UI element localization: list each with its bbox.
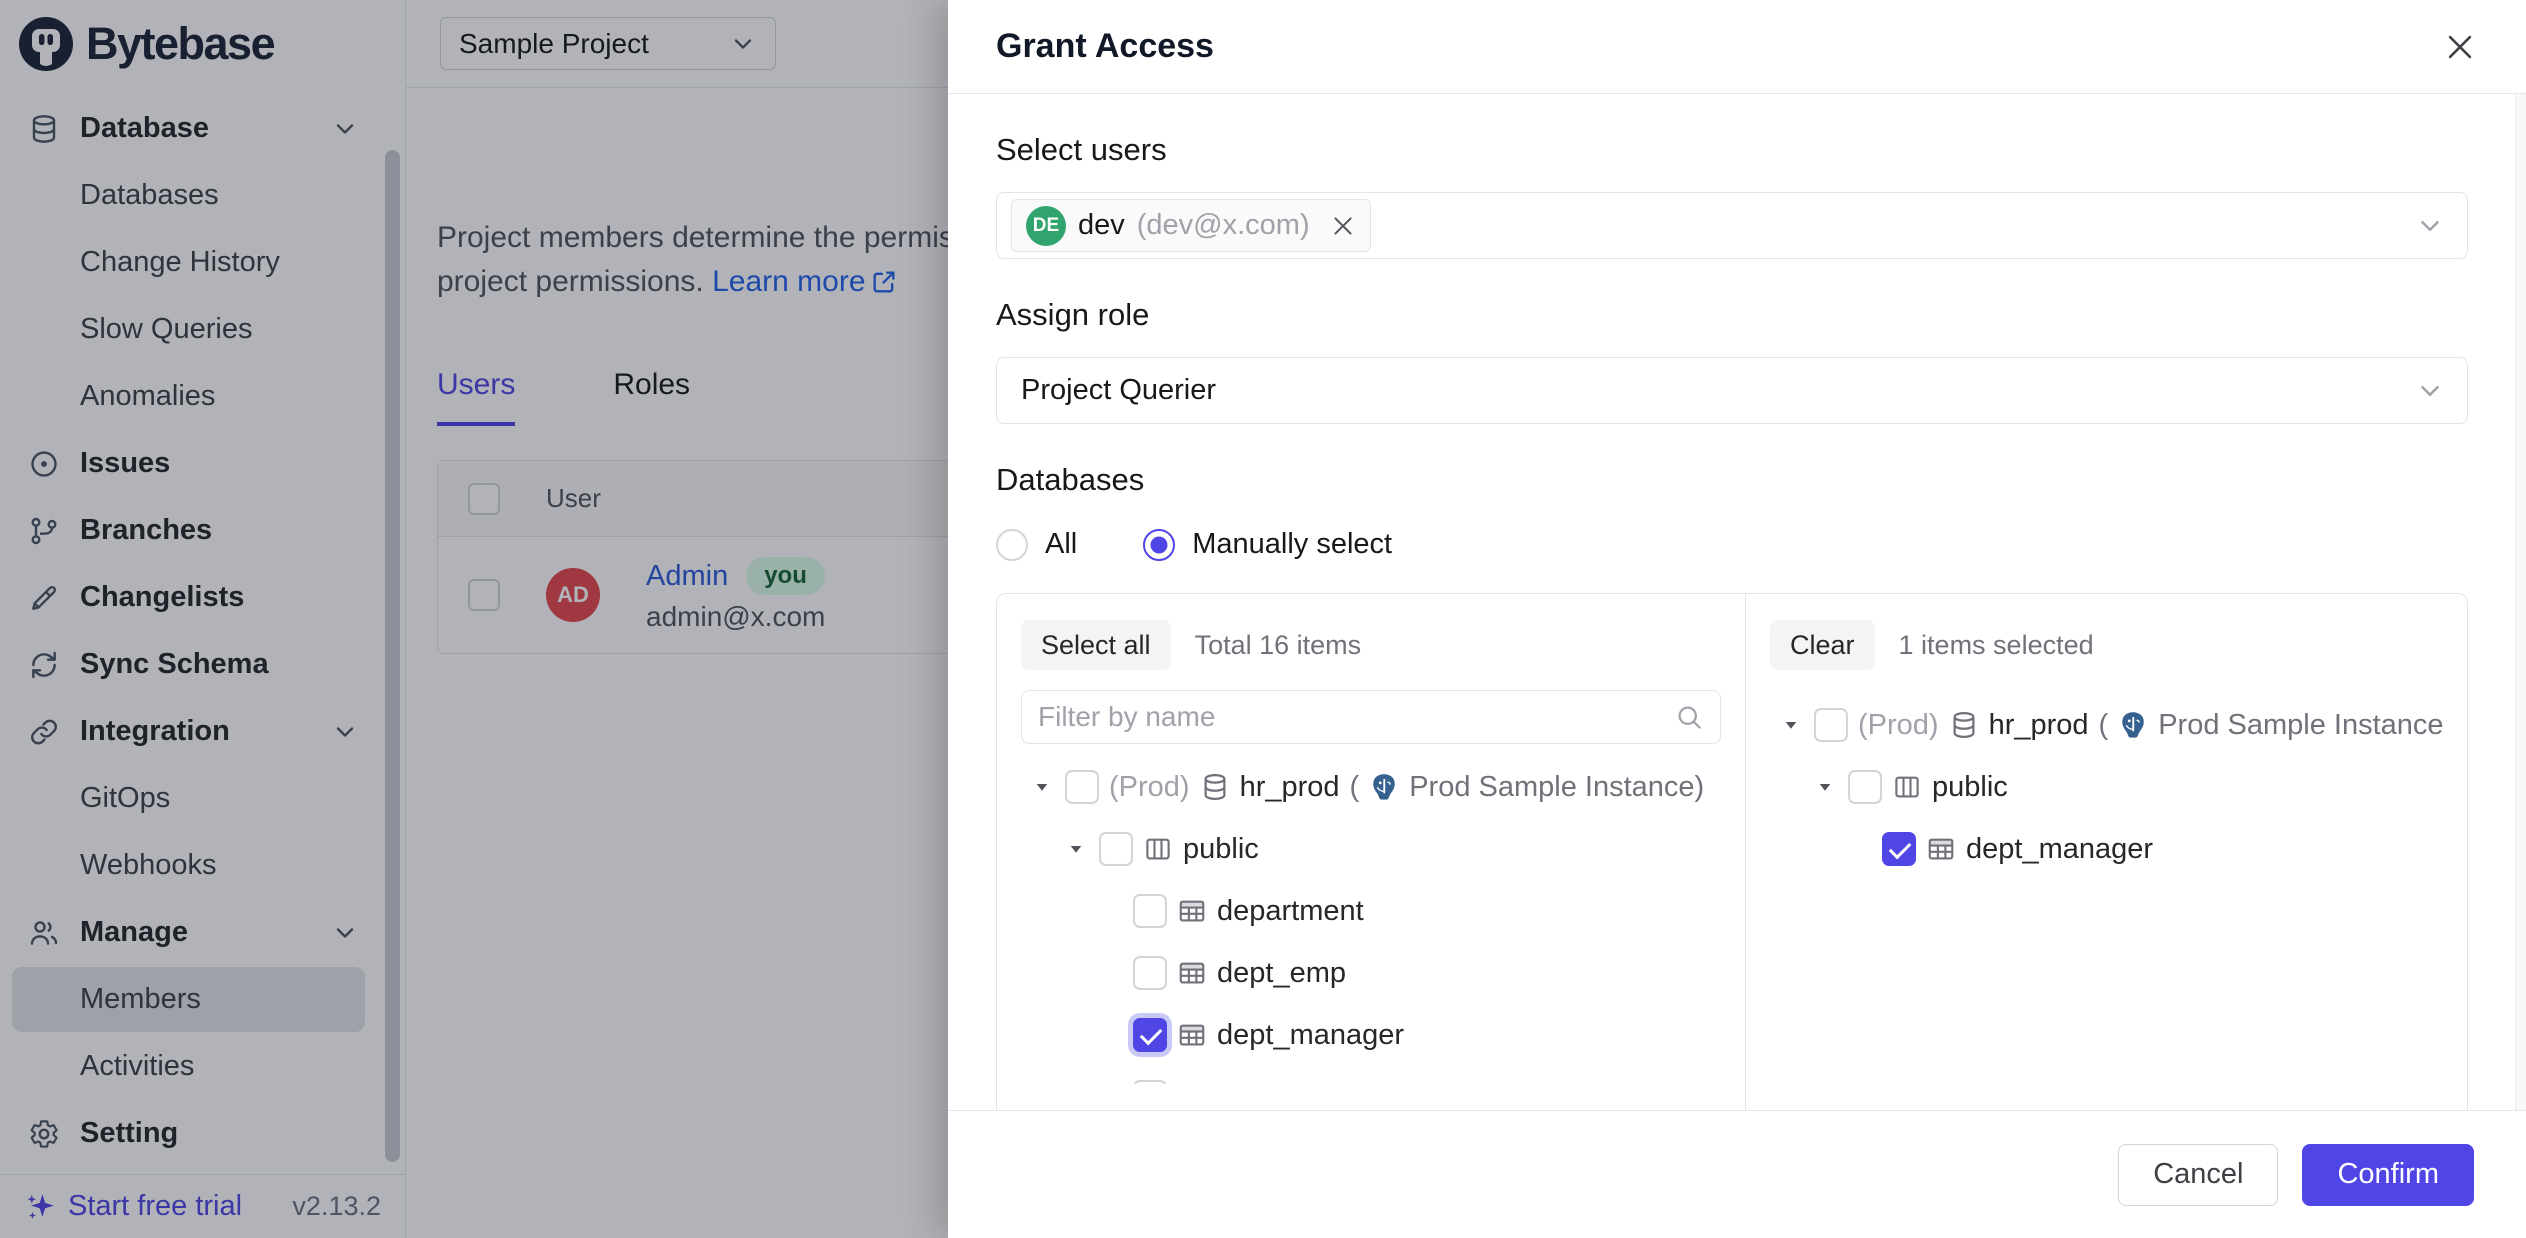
close-icon[interactable] <box>2438 25 2482 69</box>
table-icon <box>1926 834 1956 864</box>
checkbox-checked[interactable] <box>1882 832 1916 866</box>
table-name: dept_emp <box>1217 957 1346 990</box>
source-tree: (Prod) hr_prod ( Prod Sample Instance) p… <box>1021 756 1721 1084</box>
database-transfer-picker: Select all Total 16 items (Prod) <box>996 593 2468 1110</box>
checkbox-unchecked[interactable] <box>1065 770 1099 804</box>
remove-chip-icon[interactable] <box>1330 213 1356 239</box>
caret-down-icon[interactable] <box>1063 840 1089 858</box>
table-name: dept_manager <box>1966 833 2153 866</box>
table-name: department <box>1217 895 1364 928</box>
target-tree: (Prod) hr_prod ( Prod Sample Instance) p… <box>1770 694 2443 880</box>
checkbox-unchecked[interactable] <box>1848 770 1882 804</box>
table-icon <box>1177 1082 1207 1084</box>
postgresql-icon <box>1369 772 1399 802</box>
checkbox-unchecked[interactable] <box>1814 708 1848 742</box>
database-icon <box>1949 710 1979 740</box>
confirm-button[interactable]: Confirm <box>2302 1144 2474 1206</box>
schema-name: public <box>1183 833 1259 866</box>
select-users-label: Select users <box>996 132 2468 168</box>
cancel-button[interactable]: Cancel <box>2118 1144 2278 1206</box>
filter-by-name-input[interactable] <box>1038 701 1664 733</box>
filter-input-wrapper <box>1021 690 1721 744</box>
tree-node-hr-prod[interactable]: (Prod) hr_prod ( Prod Sample Instance) <box>1770 694 2443 756</box>
table-name: employee <box>1217 1081 1343 1085</box>
selected-count-label: 1 items selected <box>1899 630 2094 661</box>
instance-open-paren: ( <box>1350 771 1360 804</box>
tree-node-dept-manager[interactable]: dept_manager <box>1021 1004 1721 1066</box>
tree-node-public[interactable]: public <box>1770 756 2443 818</box>
radio-button-selected[interactable] <box>1143 529 1175 561</box>
chevron-down-icon <box>2415 376 2445 406</box>
caret-down-icon[interactable] <box>1029 778 1055 796</box>
caret-down-icon[interactable] <box>1812 778 1838 796</box>
assign-role-value: Project Querier <box>1011 374 1216 407</box>
select-all-button[interactable]: Select all <box>1021 620 1171 670</box>
bytebase-app: Bytebase Database Databases Change Histo… <box>0 0 2526 1238</box>
caret-down-icon[interactable] <box>1778 716 1804 734</box>
tree-node-public[interactable]: public <box>1021 818 1721 880</box>
environment-prefix: (Prod) <box>1109 771 1190 804</box>
checkbox-checked[interactable] <box>1133 1018 1167 1052</box>
transfer-source-pane: Select all Total 16 items (Prod) <box>997 594 1746 1110</box>
database-name: hr_prod <box>1240 771 1340 804</box>
assign-role-select[interactable]: Project Querier <box>996 357 2468 424</box>
database-scope-radio-group: All Manually select <box>996 528 2468 561</box>
transfer-target-pane: Clear 1 items selected (Prod) hr_prod ( <box>1746 594 2467 1110</box>
environment-prefix: (Prod) <box>1858 709 1939 742</box>
assign-role-label: Assign role <box>996 297 2468 333</box>
chevron-down-icon <box>2415 211 2445 241</box>
drawer-header: Grant Access <box>948 0 2526 94</box>
tree-node-department[interactable]: department <box>1021 880 1721 942</box>
instance-name: Prod Sample Instance) <box>1409 771 1704 804</box>
checkbox-unchecked[interactable] <box>1133 1080 1167 1084</box>
search-icon <box>1674 702 1704 732</box>
databases-label: Databases <box>996 462 2468 498</box>
avatar: DE <box>1026 206 1066 246</box>
database-icon <box>1200 772 1230 802</box>
tree-node-hr-prod[interactable]: (Prod) hr_prod ( Prod Sample Instance) <box>1021 756 1721 818</box>
clear-button[interactable]: Clear <box>1770 620 1875 670</box>
radio-button[interactable] <box>996 529 1028 561</box>
instance-open-paren: ( <box>2099 709 2109 742</box>
tree-node-dept-manager[interactable]: dept_manager <box>1770 818 2443 880</box>
chip-user-email: (dev@x.com) <box>1137 209 1310 242</box>
drawer-footer: Cancel Confirm <box>948 1110 2526 1238</box>
selected-user-chip: DE dev (dev@x.com) <box>1011 199 1371 252</box>
select-users-input[interactable]: DE dev (dev@x.com) <box>996 192 2468 259</box>
chip-user-name: dev <box>1078 209 1125 242</box>
table-name: dept_manager <box>1217 1019 1404 1052</box>
grant-access-drawer: Grant Access Select users DE dev (dev@x.… <box>948 0 2526 1238</box>
schema-icon <box>1892 772 1922 802</box>
tree-node-dept-emp[interactable]: dept_emp <box>1021 942 1721 1004</box>
radio-manually-select[interactable]: Manually select <box>1143 528 1392 561</box>
drawer-title: Grant Access <box>996 27 1214 66</box>
checkbox-unchecked[interactable] <box>1133 956 1167 990</box>
table-icon <box>1177 1020 1207 1050</box>
drawer-scrollbar-track[interactable] <box>2515 94 2526 1110</box>
radio-all[interactable]: All <box>996 528 1077 561</box>
checkbox-unchecked[interactable] <box>1099 832 1133 866</box>
total-items-label: Total 16 items <box>1195 630 1362 661</box>
table-icon <box>1177 958 1207 988</box>
drawer-body: Select users DE dev (dev@x.com) Assign r… <box>948 94 2526 1110</box>
table-icon <box>1177 896 1207 926</box>
instance-name: Prod Sample Instance) <box>2158 709 2443 742</box>
checkbox-unchecked[interactable] <box>1133 894 1167 928</box>
tree-node-employee[interactable]: employee <box>1021 1066 1721 1084</box>
database-name: hr_prod <box>1989 709 2089 742</box>
postgresql-icon <box>2118 710 2148 740</box>
schema-icon <box>1143 834 1173 864</box>
schema-name: public <box>1932 771 2008 804</box>
